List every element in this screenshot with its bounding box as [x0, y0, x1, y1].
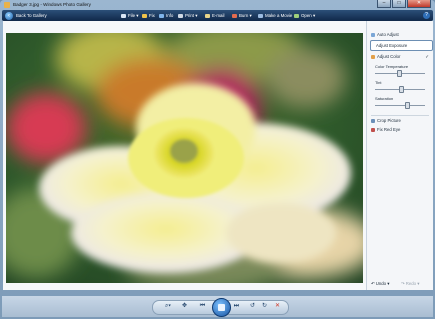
slideshow-button[interactable] [212, 298, 231, 317]
saturation-label: Saturation [375, 96, 394, 101]
color-temperature-slider-thumb[interactable] [397, 70, 402, 77]
delete-icon[interactable]: ✕ [273, 302, 282, 311]
fix-panel: Auto Adjust Adjust Exposure Adjust Color… [366, 21, 433, 290]
tint-slider-thumb[interactable] [399, 86, 404, 93]
menu-email[interactable]: E-mail [205, 10, 224, 21]
color-temperature-label: Color Temperature [375, 64, 409, 69]
rotate-clockwise-icon[interactable]: ↻ [260, 302, 269, 311]
next-icon[interactable]: ⏭ [232, 302, 241, 311]
undo-button[interactable]: ↶ Undo ▾ [371, 281, 389, 287]
wand-icon [371, 32, 375, 37]
rotate-counterclockwise-icon[interactable]: ↺ [248, 302, 257, 311]
minimize-button[interactable]: – [377, 0, 391, 8]
slideshow-icon [218, 304, 225, 311]
photo-gallery-window: Badger 3.jpg - Windows Photo Gallery – □… [0, 0, 435, 319]
email-icon [205, 13, 210, 18]
tint-label: Tint [375, 80, 382, 85]
back-to-gallery-button[interactable]: Back To Gallery [16, 10, 47, 21]
flower-photo [6, 33, 363, 283]
redo-button[interactable]: ↷ Redo ▾ [401, 281, 419, 287]
command-toolbar: ‹ Back To Gallery File ▾ Fix Info Print … [2, 10, 433, 21]
maximize-button[interactable]: □ [392, 0, 406, 8]
red-eye-icon [371, 127, 375, 132]
back-arrow-icon[interactable]: ‹ [5, 11, 13, 20]
adjust-exposure-button[interactable]: Adjust Exposure [370, 40, 433, 51]
auto-adjust-button[interactable]: Auto Adjust [371, 32, 399, 37]
info-icon [159, 13, 164, 18]
close-button[interactable]: ✕ [407, 0, 431, 8]
file-icon [121, 13, 126, 18]
menu-open[interactable]: Open ▾ [294, 10, 315, 21]
crop-picture-button[interactable]: Crop Picture [371, 118, 401, 123]
previous-icon[interactable]: ⏮ [198, 302, 207, 311]
flower-photo-image [6, 33, 363, 283]
open-icon [294, 13, 299, 18]
crop-icon [371, 118, 375, 123]
menu-file[interactable]: File ▾ [121, 10, 139, 21]
title-bar[interactable]: Badger 3.jpg - Windows Photo Gallery – □… [0, 0, 435, 10]
zoom-icon[interactable]: ⌕▾ [162, 302, 174, 311]
print-icon [178, 13, 183, 18]
movie-icon [258, 13, 263, 18]
panel-divider [371, 115, 429, 116]
menu-fix[interactable]: Fix [142, 10, 155, 21]
caption-buttons: – □ ✕ [377, 0, 431, 8]
photo-viewer [3, 21, 366, 290]
fix-red-eye-button[interactable]: Fix Red Eye [371, 127, 400, 132]
bottom-control-bar: ⌕▾ ✥ ⏮ ⏭ ↺ ↻ ✕ [2, 296, 433, 317]
menu-print[interactable]: Print ▾ [178, 10, 197, 21]
fix-icon [142, 13, 147, 18]
burn-icon [232, 13, 237, 18]
color-icon [371, 54, 375, 59]
help-icon[interactable]: ? [423, 12, 430, 19]
adjust-color-button[interactable]: Adjust Color [371, 54, 400, 59]
app-icon [4, 2, 10, 8]
window-title: Badger 3.jpg - Windows Photo Gallery [13, 2, 91, 7]
saturation-slider[interactable] [375, 105, 425, 106]
checkmark-icon: ✓ [425, 54, 429, 59]
saturation-slider-thumb[interactable] [405, 102, 410, 109]
menu-burn[interactable]: Burn ▾ [232, 10, 252, 21]
menu-info[interactable]: Info [159, 10, 173, 21]
menu-make-a-movie[interactable]: Make a Movie [258, 10, 292, 21]
actual-size-icon[interactable]: ✥ [180, 302, 189, 311]
